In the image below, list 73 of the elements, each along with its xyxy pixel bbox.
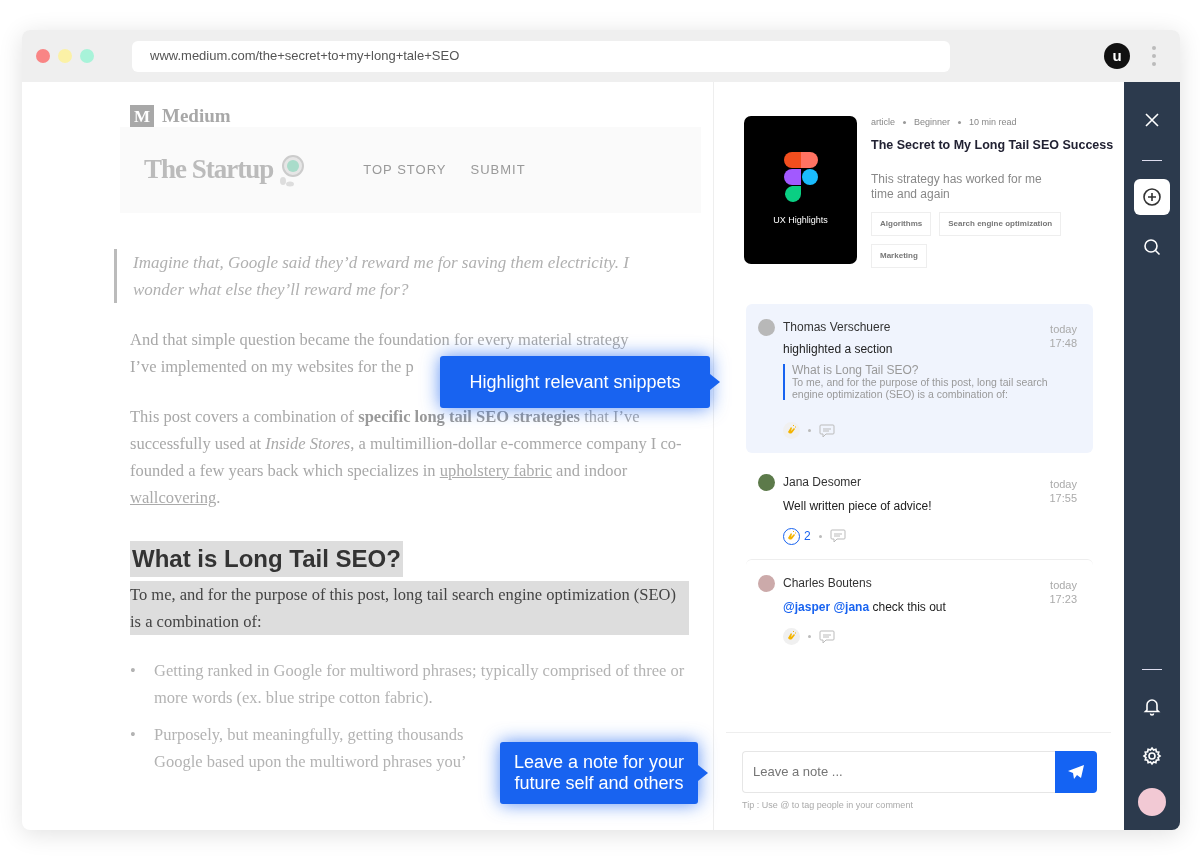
comment-text: @jasper @jana check this out [783,599,947,617]
article-subtitle: This strategy has worked for me time and again [871,172,1043,203]
tag-chip[interactable]: Marketing [871,244,927,269]
bullet-marker: • [130,659,137,682]
comment-text: Well written piece of advice! [783,498,933,516]
comment-text: highlighted a section [783,341,894,359]
author-name[interactable]: Thomas Verschuere [783,318,891,337]
user-avatar [758,318,775,336]
comment-card[interactable]: Charles Boutens @jasper @jana check this out today 17:23 [746,559,1093,660]
comment-card[interactable]: Jana Desomer Well written piece of advice! 2 today 17:55 [746,459,1093,560]
extension-button[interactable]: u [1104,43,1130,69]
comment-time: 17:55 [1049,492,1077,505]
article-paragraph: This post covers a combination of specific long tail SEO strategies that I’ve successfully used at Inside Stores, a multimillion-dollar e-commerce company I co-founded a few years back which specializes in upholstery fabric and indoor wallcovering. [130,405,683,509]
address-bar[interactable]: www.medium.com/the+secret+to+my+long+tale+SEO [132,40,950,72]
search-icon [1142,237,1162,257]
send-button[interactable] [1055,750,1097,793]
comment-time: 17:23 [1049,593,1077,606]
more-options-icon[interactable] [1152,46,1156,66]
send-icon [1068,764,1084,779]
hint-text: Tip : Use @ to tag people in your comment [742,798,914,812]
article-text-line: I’ve implemented on my websites for the p [130,355,414,377]
tag-chip[interactable]: Algorithms [871,212,932,237]
read-time: 10 min read [969,116,1017,129]
close-window-dot[interactable] [36,49,50,63]
comment-card[interactable]: Thomas Verschuere highlighted a section What is Long Tail SEO? To me, and for the purpose of this post, long tail search engine optimization (SEO) is a combination of: today 17:48 [746,304,1093,454]
author-name[interactable]: Jana Desomer [783,473,862,492]
user-avatar [758,473,775,491]
callout-pointer [698,765,708,781]
nav-link[interactable]: TOP STORY [363,159,447,180]
nav-link[interactable]: SUBMIT [470,159,526,180]
comment-day: today [1050,323,1077,336]
tooltip-callout: Highlight relevant snippets [440,356,710,408]
comment-time: 17:48 [1049,337,1077,350]
quote-text: To me, and for the purpose of this post, long tail search engine optimization (SEO) is a combination of: [792,376,1048,401]
bell-icon [1142,696,1162,716]
maximize-window-dot[interactable] [80,49,94,63]
list-item-text: Google based upon the multiword phrases you’ [154,750,467,773]
difficulty-level: Beginner [914,116,951,129]
tooltip-callout: Leave a note for your future self and others [500,742,698,804]
highlighted-heading: What is Long Tail SEO? [130,540,403,577]
reply-icon[interactable] [819,629,835,644]
list-item-text: Getting ranked in Google for multiword phrases; typically comprised of three or more words (ex. blue stripe cotton fabric). [154,659,686,709]
reply-icon[interactable] [829,529,846,544]
content-type: article [871,116,895,129]
list-item-text: Purposely, but meaningfully, getting thousands [154,723,465,746]
add-icon [1142,187,1162,207]
highlighted-text: To me, and for the purpose of this post, long tail search engine optimization (SEO) is a combination of: [130,580,689,635]
note-field[interactable]: Leave a note ... [742,750,1055,793]
clap-button[interactable] [783,628,800,646]
clap-count: 2 [804,528,811,546]
callout-pointer [710,374,720,390]
settings-icon [1142,746,1162,766]
article-title: The Secret to My Long Tail SEO Success [871,136,1114,154]
add-button[interactable] [1134,179,1170,215]
bullet-marker: • [130,723,137,746]
cover-label: UX Highlights [773,214,828,228]
tag-chip[interactable]: Search engine optimization [939,212,1062,237]
cover-image[interactable]: UX Highlights [744,116,857,264]
comment-day: today [1050,478,1077,491]
user-mention[interactable]: @jasper [783,600,831,615]
logo-drawing [783,152,818,203]
article-text-line: And that simple question became the foundation for every material strategy [130,328,629,350]
user-avatar [758,574,775,592]
pull-quote: Imagine that, Google said they’d reward me for saving them electricity. I wonder what else they’ll reward me for? [114,248,663,303]
clap-button[interactable] [783,527,800,545]
minimize-window-dot[interactable] [58,49,72,63]
comment-day: today [1050,579,1077,592]
profile-avatar[interactable] [1138,788,1166,816]
user-mention[interactable]: @jana [833,600,870,615]
author-name[interactable]: Charles Boutens [783,574,872,593]
reply-icon[interactable] [819,423,835,438]
clap-icon [786,530,797,542]
quote-title: What is Long Tail SEO? [792,363,919,378]
